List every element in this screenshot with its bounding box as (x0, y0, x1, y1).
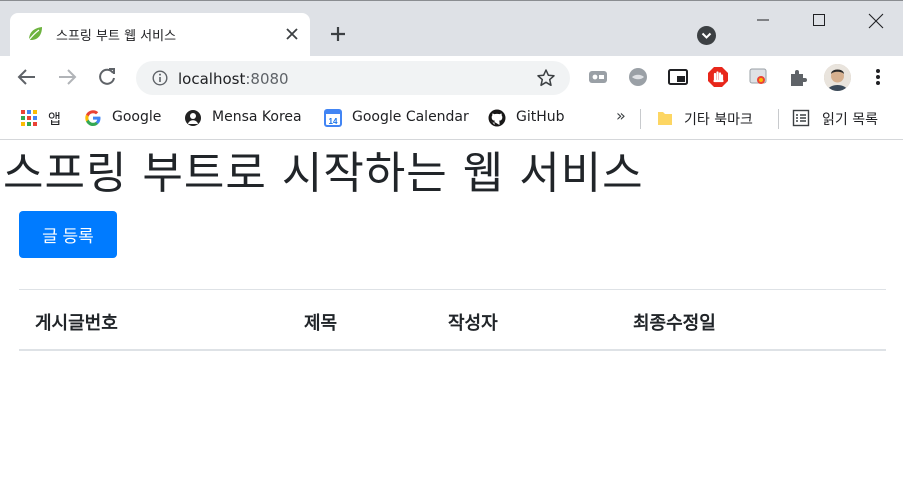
kebab-menu-icon[interactable] (868, 66, 888, 88)
table-header-row: 게시글번호 제목 작성자 최종수정일 (19, 289, 886, 351)
profile-photo-icon (824, 64, 851, 91)
bookmark-label: 읽기 목록 (822, 112, 878, 128)
column-header-title: 제목 (304, 313, 338, 334)
cast-icon[interactable] (747, 66, 769, 88)
extension-screen-icon[interactable] (587, 66, 609, 88)
plus-icon[interactable] (328, 24, 348, 44)
calendar-icon: 14 (324, 109, 342, 127)
puzzle-icon[interactable] (787, 66, 809, 88)
avatar[interactable] (824, 64, 851, 91)
bookmark-github[interactable]: GitHub (488, 108, 572, 128)
column-header-author: 작성자 (448, 313, 498, 334)
star-icon[interactable] (536, 68, 556, 88)
picture-in-picture-icon[interactable] (667, 66, 689, 88)
address-bar[interactable]: localhost:8080 (136, 61, 570, 95)
bookmark-divider (640, 109, 641, 129)
bookmark-label: Google Calendar (352, 109, 469, 125)
page-title: 스프링 부트로 시작하는 웹 서비스 (3, 148, 644, 199)
column-header-modified-date: 최종수정일 (633, 313, 716, 334)
bookmark-google[interactable]: Google (84, 108, 168, 128)
bookmark-label: GitHub (516, 109, 565, 125)
browser-titlebar: 스프링 부트 웹 서비스 (0, 0, 903, 57)
extension-globe-icon[interactable] (627, 66, 649, 88)
bookmark-divider (778, 109, 779, 129)
url-host: localhost (178, 70, 246, 88)
close-icon[interactable] (284, 26, 300, 42)
browser-tab[interactable]: 스프링 부트 웹 서비스 (10, 13, 310, 57)
forward-icon[interactable] (56, 66, 78, 88)
register-post-button[interactable]: 글 등록 (19, 211, 117, 258)
bookmark-mensa-korea[interactable]: Mensa Korea (184, 108, 308, 128)
bookmark-label: Google (112, 109, 162, 125)
column-header-post-number: 게시글번호 (35, 313, 118, 334)
bookmarks-bar: 앱 Google Mensa Korea 14 Google Calendar … (0, 100, 903, 140)
maximize-icon[interactable] (812, 13, 826, 27)
google-icon (85, 110, 101, 126)
browser-toolbar: localhost:8080 (0, 56, 903, 100)
window-close-icon[interactable] (868, 13, 884, 29)
url-text: localhost:8080 (178, 70, 289, 88)
apps-grid-icon (21, 110, 37, 126)
bookmark-apps[interactable]: 앱 (20, 108, 68, 128)
posts-table: 게시글번호 제목 작성자 최종수정일 (19, 289, 886, 351)
minimize-icon[interactable] (756, 13, 770, 27)
bookmark-label: Mensa Korea (212, 109, 302, 125)
url-port: :8080 (245, 70, 289, 88)
list-icon (792, 109, 810, 127)
calendar-day-label: 14 (329, 117, 338, 126)
github-icon (488, 109, 506, 127)
bookmark-label: 기타 북마크 (684, 112, 753, 128)
reload-icon[interactable] (96, 66, 118, 88)
bookmark-label: 앱 (48, 112, 61, 128)
folder-icon (658, 112, 672, 125)
tab-title: 스프링 부트 웹 서비스 (56, 29, 177, 44)
bookmarks-overflow-button[interactable]: » (616, 106, 626, 125)
mensa-logo-icon (185, 110, 201, 126)
info-icon[interactable] (152, 70, 168, 86)
bookmark-other-folder[interactable]: 기타 북마크 (656, 108, 766, 128)
adblock-icon[interactable] (707, 66, 729, 88)
bookmark-reading-list[interactable]: 읽기 목록 (792, 108, 892, 128)
tab-search-icon[interactable] (697, 26, 716, 45)
spring-leaf-icon (28, 27, 42, 41)
bookmark-google-calendar[interactable]: 14 Google Calendar (324, 108, 474, 128)
back-icon[interactable] (16, 66, 38, 88)
